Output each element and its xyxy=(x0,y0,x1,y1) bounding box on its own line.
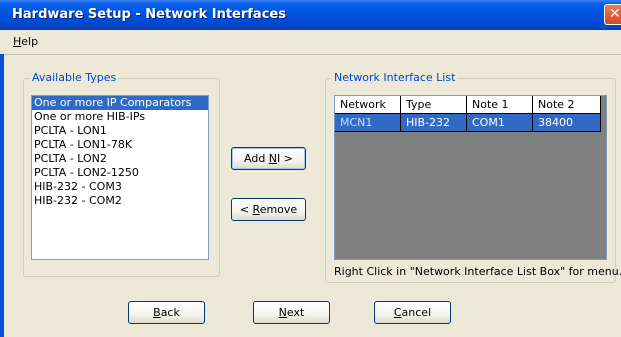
network-interface-grid[interactable]: Network Type Note 1 Note 2 MCN1 HIB-232 … xyxy=(334,95,607,260)
list-item[interactable]: PCLTA - LON2 xyxy=(32,152,208,166)
add-ni-label-start: Add xyxy=(244,152,269,165)
cell-note2[interactable]: 38400 xyxy=(533,114,601,132)
next-label-rest: ext xyxy=(286,306,305,319)
grid-header: Network Type Note 1 Note 2 xyxy=(335,96,606,114)
available-types-legend: Available Types xyxy=(30,71,119,84)
list-item[interactable]: HIB-232 - COM2 xyxy=(32,194,208,208)
window-left-border xyxy=(0,54,4,337)
remove-label: < Remove xyxy=(240,199,297,220)
column-header-note2[interactable]: Note 2 xyxy=(533,96,601,114)
cell-type[interactable]: HIB-232 xyxy=(401,114,467,132)
list-item-label: HIB-232 - COM3 xyxy=(34,180,122,193)
next-button[interactable]: Next xyxy=(253,301,330,324)
back-label: Back xyxy=(153,302,180,323)
menu-bar: Help xyxy=(0,30,621,55)
cell-network[interactable]: MCN1 xyxy=(335,114,401,132)
list-item[interactable]: PCLTA - LON1 xyxy=(32,124,208,138)
add-ni-label: Add NI > xyxy=(244,148,293,169)
list-item[interactable]: PCLTA - LON1-78K xyxy=(32,138,208,152)
add-ni-button[interactable]: Add NI > xyxy=(231,147,306,170)
remove-label-end: emove xyxy=(259,203,298,216)
list-item-label: PCLTA - LON1 xyxy=(34,124,107,137)
list-item[interactable]: One or more IP Comparators xyxy=(32,96,208,110)
list-item-label: PCLTA - LON1-78K xyxy=(34,138,133,151)
column-header-network[interactable]: Network xyxy=(335,96,401,114)
list-item[interactable]: One or more HIB-IPs xyxy=(32,110,208,124)
window-title: Hardware Setup - Network Interfaces xyxy=(12,7,286,22)
column-header-note1[interactable]: Note 1 xyxy=(467,96,533,114)
table-row[interactable]: MCN1 HIB-232 COM1 38400 xyxy=(335,114,606,132)
menu-help-label: elp xyxy=(21,35,39,48)
remove-button[interactable]: < Remove xyxy=(231,198,306,221)
context-menu-hint: Right Click in "Network Interface List B… xyxy=(334,265,621,278)
back-label-rest: ack xyxy=(160,306,180,319)
list-item-label: PCLTA - LON2 xyxy=(34,152,107,165)
back-button[interactable]: Back xyxy=(128,301,205,324)
list-item-label: One or more IP Comparators xyxy=(34,96,192,109)
menu-help[interactable]: Help xyxy=(13,35,38,48)
list-item[interactable]: PCLTA - LON2-1250 xyxy=(32,166,208,180)
cell-note1[interactable]: COM1 xyxy=(467,114,533,132)
column-header-type[interactable]: Type xyxy=(401,96,467,114)
remove-label-start: < xyxy=(239,203,253,216)
list-item-label: PCLTA - LON2-1250 xyxy=(34,166,139,179)
cancel-button[interactable]: Cancel xyxy=(374,301,451,324)
next-mnemonic: N xyxy=(278,306,287,319)
close-button[interactable]: ✕ xyxy=(604,4,621,25)
close-icon: ✕ xyxy=(609,6,621,22)
list-item[interactable]: HIB-232 - COM3 xyxy=(32,180,208,194)
cancel-label: Cancel xyxy=(394,302,431,323)
title-bar[interactable]: Hardware Setup - Network Interfaces ✕ xyxy=(0,0,621,30)
available-types-listbox[interactable]: One or more IP Comparators One or more H… xyxy=(31,95,209,260)
list-item-label: HIB-232 - COM2 xyxy=(34,194,122,207)
cancel-label-rest: ancel xyxy=(401,306,432,319)
add-ni-label-end: I > xyxy=(277,152,293,165)
back-mnemonic: B xyxy=(153,306,161,319)
cancel-mnemonic: C xyxy=(393,306,402,319)
next-label: Next xyxy=(279,302,305,323)
list-item-label: One or more HIB-IPs xyxy=(34,110,146,123)
add-ni-mnemonic: N xyxy=(268,152,278,165)
network-interface-legend: Network Interface List xyxy=(332,71,458,84)
remove-mnemonic: R xyxy=(252,203,260,216)
